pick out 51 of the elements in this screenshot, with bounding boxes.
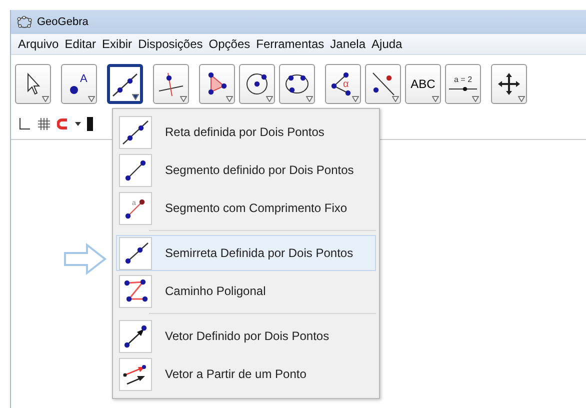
tool-button[interactable] xyxy=(239,64,275,104)
tool-button[interactable]: α xyxy=(325,64,361,104)
tool-button[interactable] xyxy=(279,64,315,104)
dropdown-triangle-icon xyxy=(392,96,399,102)
dropdown-triangle-icon xyxy=(226,96,233,102)
tool-button[interactable] xyxy=(107,64,143,104)
dropdown-item[interactable]: Vetor a Partir de um Ponto xyxy=(116,356,376,392)
axes-icon[interactable] xyxy=(17,117,31,131)
dropdown-item[interactable]: Caminho Poligonal xyxy=(116,273,376,309)
dropdown-triangle-icon xyxy=(180,96,187,102)
color-swatch-icon[interactable] xyxy=(87,117,93,131)
tool-button[interactable]: A xyxy=(61,64,97,104)
tool-button[interactable] xyxy=(365,64,401,104)
menu-item[interactable]: Ajuda xyxy=(368,37,406,51)
dropdown-item[interactable]: Reta definida por Dois Pontos xyxy=(116,114,376,150)
dropdown-item[interactable]: Vetor Definido por Dois Pontos xyxy=(116,318,376,354)
tool-button[interactable] xyxy=(153,64,189,104)
menu-item[interactable]: Janela xyxy=(327,37,369,51)
magnet-icon[interactable] xyxy=(57,118,69,130)
dropdown-item[interactable]: Segmento definido por Dois Pontos xyxy=(116,152,376,188)
pointer-arrow-icon xyxy=(63,243,107,275)
point-label: A xyxy=(80,73,88,85)
menu-item[interactable]: Exibir xyxy=(99,37,136,51)
dropdown-triangle-icon xyxy=(42,96,49,102)
perpendicular-icon xyxy=(157,70,185,98)
menu-item[interactable]: Opções xyxy=(206,37,254,51)
menu-item[interactable]: Arquivo xyxy=(15,37,62,51)
menu-item[interactable]: Editar xyxy=(62,37,100,51)
dropdown-triangle-icon xyxy=(472,96,479,102)
dropdown-triangle-icon xyxy=(518,96,525,102)
app-icon xyxy=(17,16,32,28)
dropdown-triangle-icon xyxy=(88,96,95,102)
grid-icon[interactable] xyxy=(37,117,51,131)
tool-button[interactable] xyxy=(15,64,51,104)
dropdown-item[interactable]: Semirreta Definida por Dois Pontos xyxy=(116,235,376,271)
menu-item[interactable]: Ferramentas xyxy=(253,37,328,51)
dropdown-triangle-icon xyxy=(352,96,359,102)
text-tool-label: ABC xyxy=(410,77,436,91)
window-title: GeoGebra xyxy=(37,16,88,28)
angle-label: α xyxy=(343,79,349,90)
tool-button[interactable] xyxy=(199,64,235,104)
caret-icon[interactable] xyxy=(75,122,81,126)
dropdown-triangle-icon xyxy=(132,94,139,100)
menu-item[interactable]: Disposições xyxy=(135,37,206,51)
tool-button[interactable] xyxy=(491,64,527,104)
tool-button[interactable]: a = 2 xyxy=(445,64,481,104)
dropdown-triangle-icon xyxy=(432,96,439,102)
tool-button[interactable]: ABC xyxy=(405,64,441,104)
line-icon xyxy=(121,118,150,146)
dropdown-triangle-icon xyxy=(266,96,273,102)
dropdown-triangle-icon xyxy=(306,96,313,102)
